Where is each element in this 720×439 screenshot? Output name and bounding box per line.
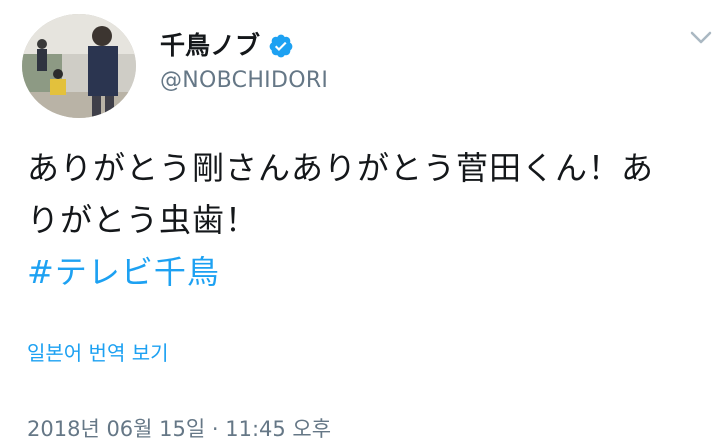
avatar[interactable] bbox=[22, 14, 136, 118]
author-name-row: 千鳥ノブ bbox=[160, 30, 294, 62]
tweet-text-line-2: りがとう虫歯！ bbox=[27, 201, 259, 239]
profile-photo bbox=[22, 14, 136, 118]
translate-link[interactable]: 일본어 번역 보기 bbox=[27, 338, 169, 368]
tweet-text-line-1: ありがとう剛さんありがとう菅田くん！あ bbox=[27, 149, 655, 187]
tweet-card: 千鳥ノブ @NOBCHIDORI ありがとう剛さんありがとう菅田くん！あ りがと… bbox=[0, 0, 720, 439]
timestamp[interactable]: 2018년 06월 15일 · 11:45 오후 bbox=[27, 414, 331, 439]
verified-badge-icon bbox=[268, 33, 294, 59]
user-handle[interactable]: @NOBCHIDORI bbox=[160, 66, 328, 96]
hashtag-link[interactable]: #テレビ千鳥 bbox=[27, 246, 707, 298]
display-name[interactable]: 千鳥ノブ bbox=[160, 30, 260, 62]
chevron-down-icon[interactable] bbox=[686, 26, 716, 48]
tweet-text: ありがとう剛さんありがとう菅田くん！あ りがとう虫歯！ #テレビ千鳥 bbox=[27, 142, 707, 298]
